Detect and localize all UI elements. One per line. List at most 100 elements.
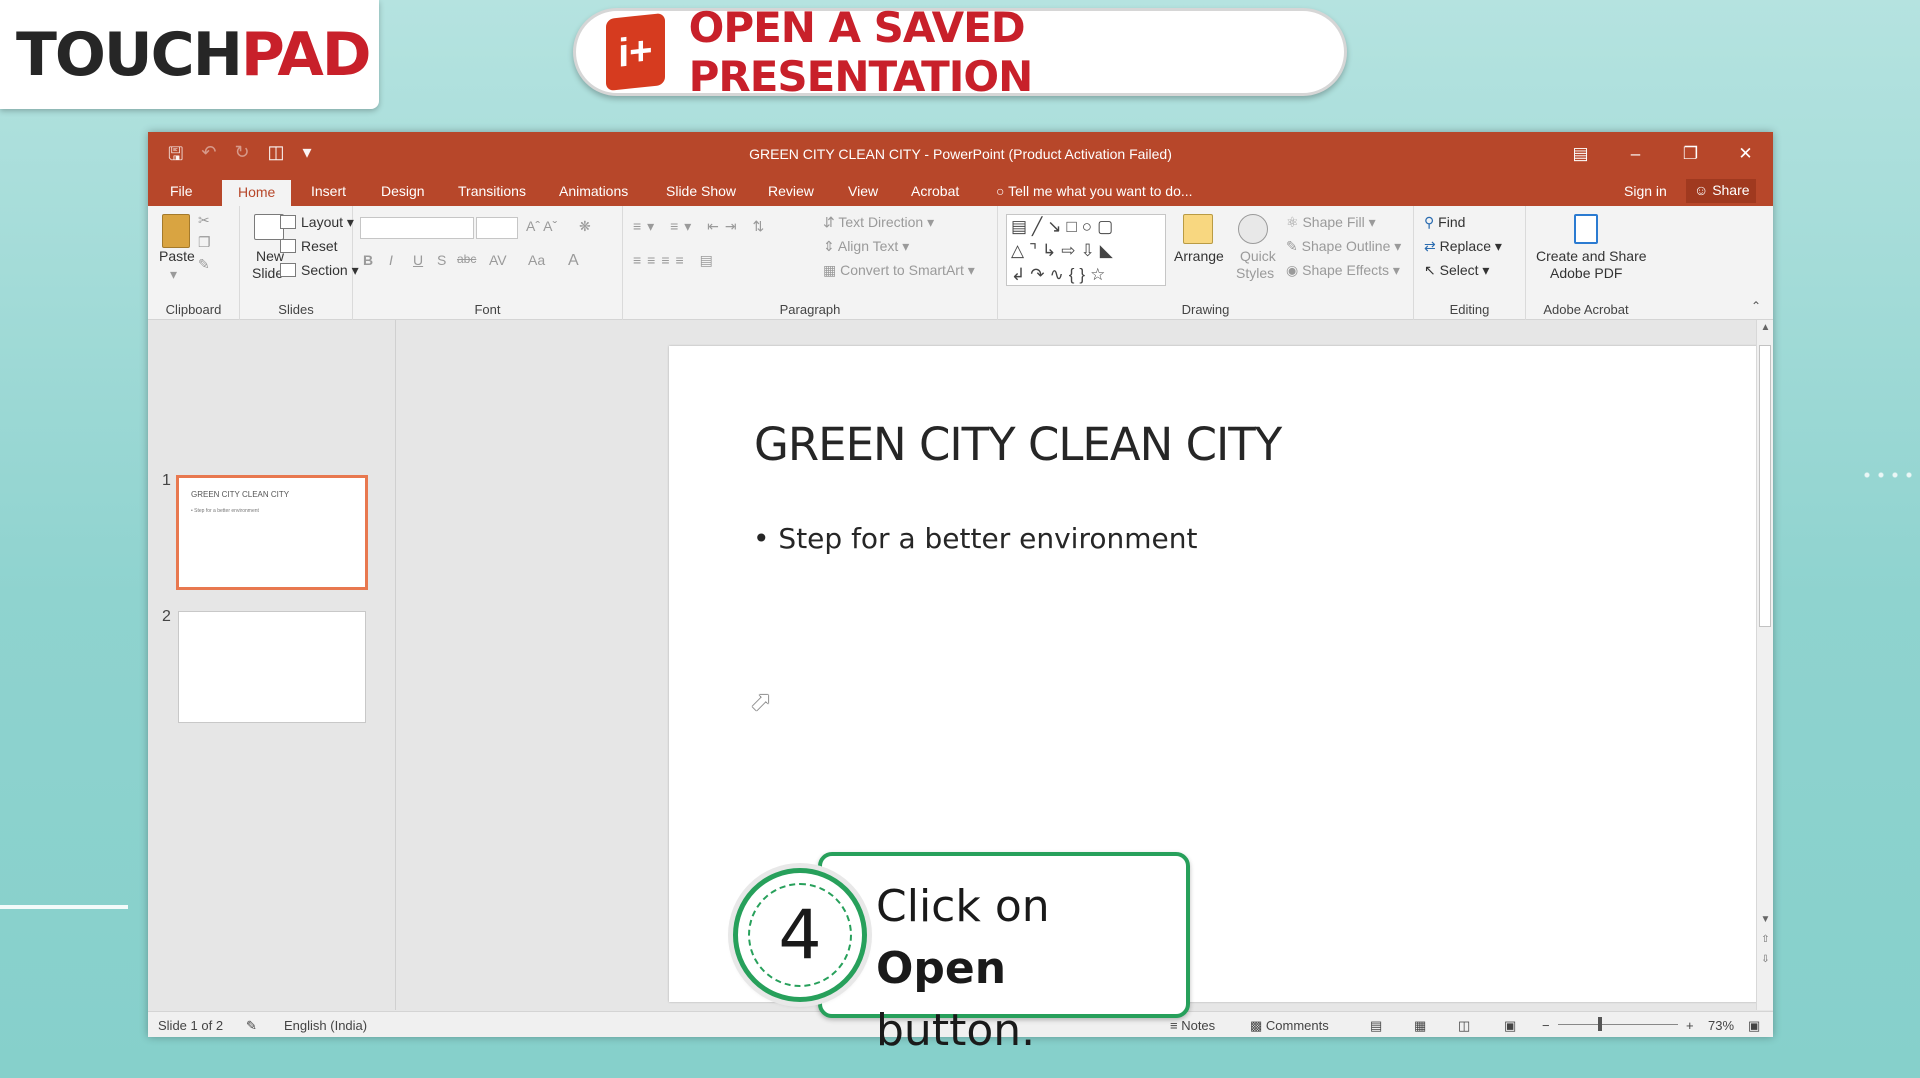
convert-smartart-button[interactable]: ▦ Convert to SmartArt ▾ — [823, 262, 975, 279]
previous-slide-icon[interactable]: ⇧ — [1757, 934, 1773, 945]
spelling-icon[interactable]: ✎ — [246, 1018, 257, 1034]
create-pdf-icon[interactable] — [1574, 214, 1598, 244]
new-slide-label-2[interactable]: Slide — [252, 265, 283, 281]
scroll-thumb[interactable] — [1759, 345, 1771, 627]
tab-design[interactable]: Design — [381, 183, 425, 199]
copy-icon[interactable]: ❐ — [198, 234, 211, 251]
paste-icon[interactable] — [162, 214, 190, 248]
magnifier-icon: ⚲ — [1424, 214, 1439, 230]
layout-button[interactable]: Layout ▾ — [280, 214, 354, 231]
zoom-level[interactable]: 73% — [1708, 1018, 1734, 1033]
zoom-in-icon[interactable]: + — [1686, 1018, 1694, 1033]
smartart-icon: ▦ — [823, 262, 841, 278]
list-indent-icons[interactable]: ≡▾ ≡▾ ⇤⇥ ⇅ — [633, 218, 770, 235]
slide-thumbnail-2[interactable] — [178, 611, 366, 723]
shape-effects-button[interactable]: ◉ Shape Effects ▾ — [1286, 262, 1400, 279]
character-spacing-button[interactable]: AV — [489, 252, 507, 268]
zoom-out-icon[interactable]: − — [1542, 1018, 1550, 1033]
tell-me-search[interactable]: ○ Tell me what you want to do... — [996, 183, 1193, 199]
zoom-slider-thumb[interactable] — [1598, 1017, 1602, 1031]
format-painter-icon[interactable]: ✎ — [198, 256, 210, 273]
arrange-button[interactable]: Arrange — [1174, 248, 1224, 264]
cut-icon[interactable]: ✂ — [198, 212, 210, 229]
tab-insert[interactable]: Insert — [311, 183, 346, 199]
instruction-text: Click on Open button. — [876, 876, 1186, 1062]
quick-styles-label-2[interactable]: Styles — [1236, 265, 1274, 281]
fit-to-window-icon[interactable]: ▣ — [1748, 1018, 1760, 1034]
notes-label: Notes — [1181, 1018, 1216, 1033]
reading-view-icon[interactable]: ◫ — [1458, 1018, 1470, 1034]
scroll-down-icon[interactable]: ▼ — [1757, 914, 1773, 925]
text-shadow-button[interactable]: S — [437, 252, 446, 268]
person-icon: ☺ — [1694, 182, 1713, 198]
change-case-button[interactable]: Aa — [528, 252, 545, 268]
slideshow-view-icon[interactable]: ▣ — [1504, 1018, 1516, 1034]
tab-file[interactable]: File — [170, 183, 193, 199]
tab-transitions[interactable]: Transitions — [458, 183, 526, 199]
clear-formatting-icon[interactable]: ❋ — [579, 218, 591, 235]
tab-home[interactable]: Home — [222, 180, 292, 206]
scroll-up-icon[interactable]: ▲ — [1757, 322, 1773, 333]
shape-fill-label: Shape Fill — [1302, 214, 1365, 230]
section-button[interactable]: Section ▾ — [280, 262, 359, 279]
alignment-icons[interactable]: ≡≡≡≡ ▤ — [633, 252, 719, 269]
paste-dropdown-icon[interactable]: ▾ — [170, 266, 177, 283]
ribbon-display-icon[interactable]: ▤ — [1553, 132, 1608, 176]
slide-title[interactable]: GREEN CITY CLEAN CITY — [754, 418, 1282, 471]
instruction-bold: Open — [876, 943, 1007, 994]
normal-view-icon[interactable]: ▤ — [1370, 1018, 1382, 1034]
logo-pad: PAD — [240, 19, 372, 90]
instruction-prefix: Click on — [876, 881, 1050, 932]
language-status[interactable]: English (India) — [284, 1018, 367, 1033]
align-text-button[interactable]: ⇕ Align Text ▾ — [823, 238, 909, 255]
create-share-label-1[interactable]: Create and Share — [1536, 248, 1647, 264]
bold-button[interactable]: B — [363, 252, 373, 268]
replace-button[interactable]: ⇄ Replace ▾ — [1424, 238, 1502, 255]
text-direction-button[interactable]: ⇵ Text Direction ▾ — [823, 214, 934, 231]
next-slide-icon[interactable]: ⇩ — [1757, 954, 1773, 965]
slide-sorter-icon[interactable]: ▦ — [1414, 1018, 1426, 1034]
adobe-acrobat-label: Adobe Acrobat — [1543, 302, 1629, 317]
tab-slide-show[interactable]: Slide Show — [666, 183, 736, 199]
grow-font-icon[interactable]: Aˆ Aˇ — [526, 218, 557, 234]
vertical-scrollbar[interactable]: ▲ ▼ ⇧ ⇩ — [1756, 320, 1773, 1010]
shape-outline-button[interactable]: ✎ Shape Outline ▾ — [1286, 238, 1401, 255]
tab-review[interactable]: Review — [768, 183, 814, 199]
tab-view[interactable]: View — [848, 183, 878, 199]
arrange-icon[interactable] — [1183, 214, 1213, 244]
paste-button[interactable]: Paste — [159, 248, 195, 264]
share-button[interactable]: ☺ Share — [1686, 179, 1756, 203]
tab-animations[interactable]: Animations — [559, 183, 628, 199]
collapse-ribbon-icon[interactable]: ⌃ — [1751, 299, 1761, 313]
logo-touch: TOUCH — [16, 19, 243, 90]
reset-button[interactable]: Reset — [280, 238, 338, 254]
quick-styles-icon[interactable] — [1238, 214, 1268, 244]
restore-icon[interactable]: ❐ — [1663, 132, 1718, 176]
slide-bullet[interactable]: • Step for a better environment — [753, 522, 1197, 555]
select-button[interactable]: ↖ Select ▾ — [1424, 262, 1489, 279]
font-size-input[interactable] — [476, 217, 518, 239]
minimize-icon[interactable]: – — [1608, 132, 1663, 176]
select-label: Select — [1439, 262, 1479, 278]
strikethrough-button[interactable]: abc — [457, 252, 476, 266]
slide-thumbnail-1[interactable]: GREEN CITY CLEAN CITY • Step for a bette… — [176, 475, 368, 590]
italic-button[interactable]: I — [389, 252, 393, 268]
tab-acrobat[interactable]: Acrobat — [911, 183, 959, 199]
sign-in-link[interactable]: Sign in — [1624, 183, 1667, 199]
underline-button[interactable]: U — [413, 252, 423, 268]
quick-styles-label-1[interactable]: Quick — [1240, 248, 1276, 264]
text-direction-label: Text Direction — [838, 214, 924, 230]
font-name-input[interactable] — [360, 217, 474, 239]
step-number: 4 — [748, 883, 852, 987]
group-font: Aˆ Aˇ ❋ B I U S abc AV Aa A Font — [353, 206, 623, 320]
zoom-slider[interactable] — [1558, 1024, 1678, 1025]
font-color-button[interactable]: A — [568, 252, 579, 270]
comments-button[interactable]: ▩ Comments — [1250, 1018, 1329, 1034]
close-icon[interactable]: ✕ — [1718, 132, 1773, 176]
group-clipboard: Paste ▾ ✂ ❐ ✎ Clipboard — [148, 206, 240, 320]
group-editing: ⚲ Find ⇄ Replace ▾ ↖ Select ▾ Editing — [1414, 206, 1526, 320]
create-share-label-2[interactable]: Adobe PDF — [1550, 265, 1622, 281]
shapes-gallery[interactable]: ▤╱↘□○▢ △⌝↳⇨⇩◣ ↲↷∿{}☆ — [1006, 214, 1166, 286]
shape-fill-button[interactable]: ⚛ Shape Fill ▾ — [1286, 214, 1376, 231]
find-button[interactable]: ⚲ Find — [1424, 214, 1465, 231]
